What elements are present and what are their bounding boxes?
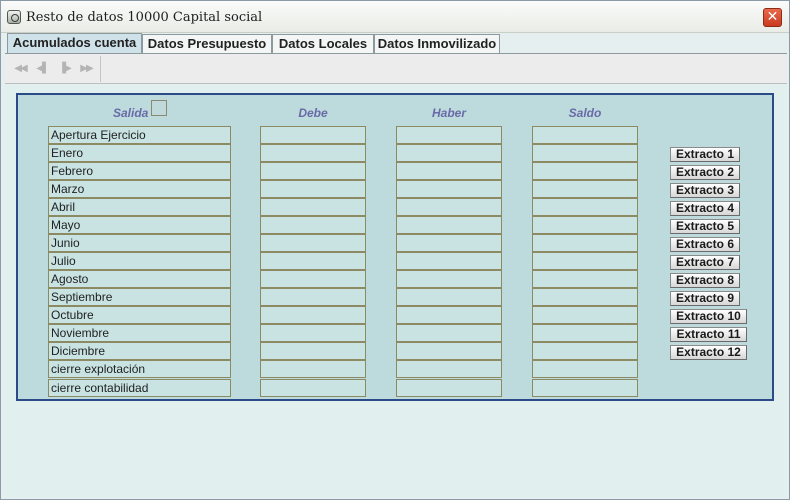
row-label-field[interactable]: Junio <box>48 234 231 252</box>
record-navigation-toolbar: ◀◀ ◀▌ ▐▶ ▶▶ <box>5 54 787 84</box>
row-label-field[interactable]: Julio <box>48 252 231 270</box>
saldo-field[interactable] <box>532 252 638 270</box>
row-label-field[interactable]: cierre contabilidad <box>48 379 231 397</box>
saldo-field[interactable] <box>532 379 638 397</box>
row-label-field[interactable]: Enero <box>48 144 231 162</box>
salida-checkbox[interactable] <box>151 100 167 116</box>
row-label-field[interactable]: Octubre <box>48 306 231 324</box>
last-record-icon[interactable]: ▶▶ <box>76 59 96 79</box>
saldo-field[interactable] <box>532 270 638 288</box>
haber-field[interactable] <box>396 324 502 342</box>
row-label-field[interactable]: Mayo <box>48 216 231 234</box>
extracto-2-button[interactable]: Extracto 2 <box>670 165 740 180</box>
salida-column-header: Salida <box>113 106 149 120</box>
extracto-1-button[interactable]: Extracto 1 <box>670 147 740 162</box>
haber-field[interactable] <box>396 342 502 360</box>
debe-field[interactable] <box>260 288 366 306</box>
debe-field[interactable] <box>260 252 366 270</box>
previous-record-icon[interactable]: ◀▌ <box>32 59 52 79</box>
row-label-field[interactable]: Noviembre <box>48 324 231 342</box>
tab-datos-locales[interactable]: Datos Locales <box>272 34 374 53</box>
next-record-icon[interactable]: ▐▶ <box>54 59 74 79</box>
row-label-field[interactable]: Marzo <box>48 180 231 198</box>
haber-field[interactable] <box>396 234 502 252</box>
debe-field[interactable] <box>260 379 366 397</box>
row-label-field[interactable]: cierre explotación <box>48 360 231 378</box>
saldo-field[interactable] <box>532 162 638 180</box>
haber-field[interactable] <box>396 360 502 378</box>
haber-column-header: Haber <box>431 106 466 120</box>
saldo-field[interactable] <box>532 144 638 162</box>
extracto-3-button[interactable]: Extracto 3 <box>670 183 740 198</box>
debe-field[interactable] <box>260 162 366 180</box>
saldo-field[interactable] <box>532 288 638 306</box>
saldo-field[interactable] <box>532 324 638 342</box>
tab-datos-inmovilizado[interactable]: Datos Inmovilizado <box>374 34 500 53</box>
first-record-icon[interactable]: ◀◀ <box>10 59 30 79</box>
extracto-11-button[interactable]: Extracto 11 <box>670 327 747 342</box>
saldo-field[interactable] <box>532 180 638 198</box>
saldo-field[interactable] <box>532 198 638 216</box>
haber-field[interactable] <box>396 252 502 270</box>
haber-field[interactable] <box>396 144 502 162</box>
dialog-window: Resto de datos 10000 Capital social ✕ Ac… <box>0 0 790 500</box>
haber-field[interactable] <box>396 162 502 180</box>
debe-column-header: Debe <box>298 106 328 120</box>
saldo-field[interactable] <box>532 360 638 378</box>
row-label-field[interactable]: Apertura Ejercicio <box>48 126 231 144</box>
app-icon <box>7 10 21 24</box>
extracto-4-button[interactable]: Extracto 4 <box>670 201 740 216</box>
debe-field[interactable] <box>260 324 366 342</box>
saldo-field[interactable] <box>532 234 638 252</box>
haber-field[interactable] <box>396 126 502 144</box>
debe-field[interactable] <box>260 270 366 288</box>
window-title: Resto de datos 10000 Capital social <box>26 10 263 25</box>
close-button[interactable]: ✕ <box>763 8 782 27</box>
saldo-field[interactable] <box>532 216 638 234</box>
haber-field[interactable] <box>396 379 502 397</box>
extracto-7-button[interactable]: Extracto 7 <box>670 255 740 270</box>
extracto-12-button[interactable]: Extracto 12 <box>670 345 747 360</box>
debe-field[interactable] <box>260 234 366 252</box>
saldo-column-header: Saldo <box>568 106 602 120</box>
debe-field[interactable] <box>260 216 366 234</box>
tab-datos-presupuesto[interactable]: Datos Presupuesto <box>142 34 272 53</box>
debe-field[interactable] <box>260 144 366 162</box>
tab-acumulados-cuenta[interactable]: Acumulados cuenta <box>7 33 142 54</box>
accumulated-panel: Salida Debe Haber Saldo Apertura Ejercic… <box>16 93 774 401</box>
title-bar[interactable]: Resto de datos 10000 Capital social ✕ <box>1 1 789 33</box>
extracto-5-button[interactable]: Extracto 5 <box>670 219 740 234</box>
tab-content-acumulados: Salida Debe Haber Saldo Apertura Ejercic… <box>5 85 787 497</box>
haber-field[interactable] <box>396 198 502 216</box>
haber-field[interactable] <box>396 306 502 324</box>
debe-field[interactable] <box>260 180 366 198</box>
saldo-field[interactable] <box>532 126 638 144</box>
extracto-9-button[interactable]: Extracto 9 <box>670 291 740 306</box>
row-label-field[interactable]: Febrero <box>48 162 231 180</box>
debe-field[interactable] <box>260 198 366 216</box>
haber-field[interactable] <box>396 270 502 288</box>
debe-field[interactable] <box>260 126 366 144</box>
saldo-field[interactable] <box>532 306 638 324</box>
debe-field[interactable] <box>260 342 366 360</box>
row-label-field[interactable]: Agosto <box>48 270 231 288</box>
haber-field[interactable] <box>396 216 502 234</box>
toolbar-separator <box>100 56 101 82</box>
haber-field[interactable] <box>396 288 502 306</box>
debe-field[interactable] <box>260 306 366 324</box>
row-label-field[interactable]: Diciembre <box>48 342 231 360</box>
saldo-field[interactable] <box>532 342 638 360</box>
row-label-field[interactable]: Abril <box>48 198 231 216</box>
extracto-6-button[interactable]: Extracto 6 <box>670 237 740 252</box>
extracto-8-button[interactable]: Extracto 8 <box>670 273 740 288</box>
extracto-10-button[interactable]: Extracto 10 <box>670 309 747 324</box>
haber-field[interactable] <box>396 180 502 198</box>
debe-field[interactable] <box>260 360 366 378</box>
row-label-field[interactable]: Septiembre <box>48 288 231 306</box>
